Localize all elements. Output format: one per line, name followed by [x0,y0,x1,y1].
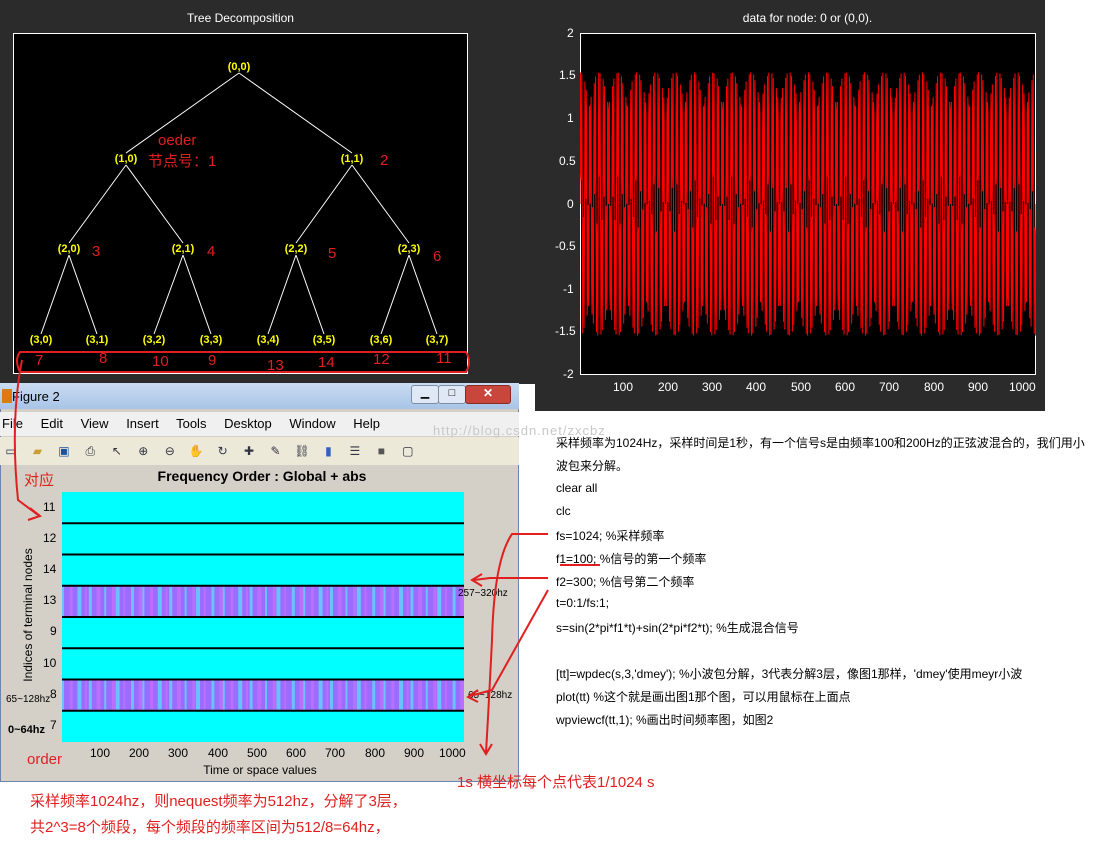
code-line: [tt]=wpdec(s,3,'dmey'); %小波包分解，3代表分解3层，像… [556,667,1023,681]
code-line: clear all [556,481,598,495]
code-line: 采样频率为1024Hz，采样时间是1秒，有一个信号s是由频率100和200Hz的… [556,436,1085,450]
code-line: s=sin(2*pi*f1*t)+sin(2*pi*f2*t); %生成混合信号 [556,621,799,635]
code-line: fs=1024; %采样频率 [556,529,665,543]
code-line: wpviewcf(tt,1); %画出时间频率图，如图2 [556,713,774,727]
code-line: 波包来分解。 [556,459,629,473]
code-line: f1=100; %信号的第一个频率 [556,552,707,566]
code-line: t=0:1/fs:1; [556,596,610,610]
code-line: clc [556,504,571,518]
code-line: plot(tt) %这个就是画出图1那个图，可以用鼠标在上面点 [556,690,851,704]
annotation-arrows [13,359,600,756]
code-line: f2=300; %信号第二个频率 [556,575,695,589]
